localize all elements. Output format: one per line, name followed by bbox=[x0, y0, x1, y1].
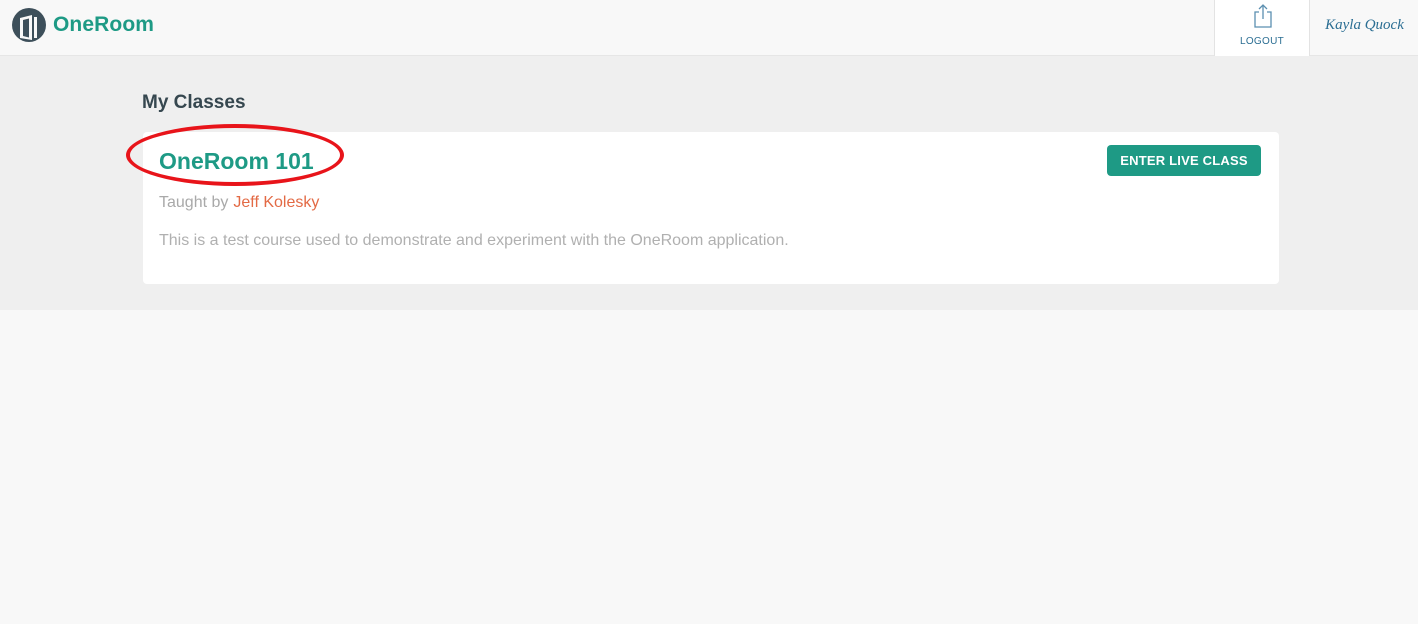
page-title: My Classes bbox=[142, 92, 246, 113]
taught-by-label: Taught by bbox=[159, 194, 229, 211]
course-description: This is a test course used to demonstrat… bbox=[159, 232, 789, 249]
logout-label: LOGOUT bbox=[1239, 36, 1285, 47]
brand-name[interactable]: OneRoom bbox=[53, 13, 154, 37]
logout-button[interactable]: LOGOUT bbox=[1214, 0, 1310, 56]
top-navbar: OneRoom LOGOUT Kayla Quock bbox=[0, 0, 1418, 56]
brand-link[interactable]: OneRoom bbox=[12, 8, 154, 42]
share-upload-icon bbox=[1253, 3, 1273, 34]
taught-by-line: Taught by Jeff Kolesky bbox=[159, 194, 319, 212]
oneroom-logo-icon bbox=[12, 8, 46, 42]
teacher-link[interactable]: Jeff Kolesky bbox=[233, 194, 319, 212]
enter-live-class-button[interactable]: ENTER LIVE CLASS bbox=[1107, 145, 1261, 176]
class-card: OneRoom 101 ENTER LIVE CLASS Taught by J… bbox=[143, 132, 1279, 284]
course-title-link[interactable]: OneRoom 101 bbox=[159, 148, 314, 175]
user-name-link[interactable]: Kayla Quock bbox=[1311, 17, 1418, 34]
